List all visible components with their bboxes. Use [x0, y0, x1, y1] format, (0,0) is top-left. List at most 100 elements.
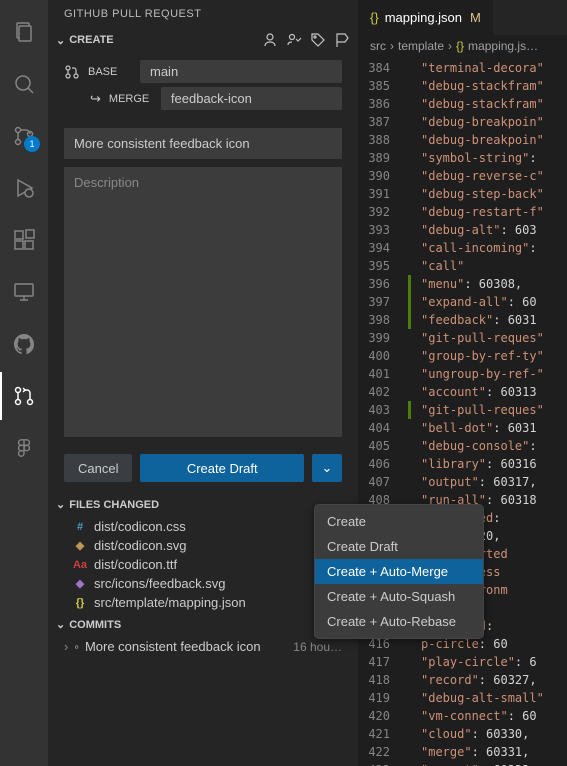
chevron-right-icon: › — [390, 39, 394, 53]
dropdown-item[interactable]: Create + Auto-Squash — [315, 584, 483, 609]
code-line: 405"debug-console": — [358, 437, 567, 455]
create-draft-button[interactable]: Create Draft — [140, 454, 304, 482]
code-line: 423"export": 60332, — [358, 761, 567, 766]
pull-request-icon[interactable] — [0, 372, 48, 420]
code-line: 384"terminal-decora" — [358, 59, 567, 77]
file-icon: Aa — [72, 559, 88, 571]
code-line: 388"debug-breakpoin" — [358, 131, 567, 149]
dropdown-item[interactable]: Create — [315, 509, 483, 534]
code-line: 399"git-pull-reques" — [358, 329, 567, 347]
file-icon: ◆ — [72, 577, 88, 590]
file-row[interactable]: ◆ src/icons/feedback.svg — [48, 574, 358, 593]
code-line: 391"debug-step-back" — [358, 185, 567, 203]
search-icon[interactable] — [0, 60, 48, 108]
run-debug-icon[interactable] — [0, 164, 48, 212]
code-line: 407"output": 60317, — [358, 473, 567, 491]
merge-branch-select[interactable]: feedback-icon — [161, 87, 342, 110]
file-row[interactable]: Aa dist/codicon.ttf — [48, 555, 358, 574]
file-icon: {} — [72, 597, 88, 609]
base-label: BASE — [88, 66, 132, 78]
code-line: 397"expand-all": 60 — [358, 293, 567, 311]
cancel-button[interactable]: Cancel — [64, 454, 132, 482]
create-section-body: BASE main ↪ MERGE feedback-icon Cancel C… — [48, 52, 358, 494]
activity-bar: 1 — [0, 0, 48, 766]
file-name: dist/codicon.css — [94, 519, 186, 534]
tab-bar: {} mapping.json M — [358, 0, 567, 35]
extensions-icon[interactable] — [0, 216, 48, 264]
chevron-down-icon: ⌄ — [56, 498, 65, 511]
base-branch-select[interactable]: main — [140, 60, 342, 83]
tab-label: mapping.json — [385, 10, 462, 25]
code-line: 401"ungroup-by-ref-" — [358, 365, 567, 383]
commit-time: 16 hou… — [293, 640, 342, 654]
tab-modified-indicator: M — [470, 10, 481, 25]
file-row[interactable]: # dist/codicon.css — [48, 517, 358, 536]
assignees-icon[interactable] — [262, 32, 278, 48]
code-line: 403"git-pull-reques" — [358, 401, 567, 419]
code-line: 400"group-by-ref-ty" — [358, 347, 567, 365]
chevron-right-icon: › — [64, 639, 68, 654]
code-line: 395"call" — [358, 257, 567, 275]
merge-label: MERGE — [109, 93, 153, 105]
code-line: 404"bell-dot": 6031 — [358, 419, 567, 437]
file-name: src/template/mapping.json — [94, 595, 246, 610]
breadcrumb[interactable]: src› template› {} mapping.js… — [358, 35, 567, 57]
labels-icon[interactable] — [310, 32, 326, 48]
code-line: 406"library": 60316 — [358, 455, 567, 473]
chevron-down-icon: ⌄ — [56, 618, 65, 631]
json-icon: {} — [370, 10, 379, 25]
create-section-header[interactable]: ⌄ CREATE — [48, 28, 358, 52]
commit-icon: ◦ — [74, 639, 79, 654]
code-line: 393"debug-alt": 603 — [358, 221, 567, 239]
files-section-header[interactable]: ⌄ FILES CHANGED — [48, 494, 358, 515]
json-icon: {} — [456, 39, 464, 53]
code-line: 396"menu": 60308, — [358, 275, 567, 293]
dropdown-item[interactable]: Create + Auto-Merge — [315, 559, 483, 584]
figma-icon[interactable] — [0, 424, 48, 472]
file-name: dist/codicon.ttf — [94, 557, 177, 572]
source-control-icon[interactable]: 1 — [0, 112, 48, 160]
commit-row[interactable]: › ◦ More consistent feedback icon 16 hou… — [48, 635, 358, 658]
pr-title-input[interactable] — [64, 128, 342, 159]
explorer-icon[interactable] — [0, 8, 48, 56]
code-line: 398"feedback": 6031 — [358, 311, 567, 329]
code-line: 419"debug-alt-small" — [358, 689, 567, 707]
pr-description-input[interactable] — [64, 167, 342, 437]
file-icon: # — [72, 521, 88, 533]
create-section-label: CREATE — [69, 34, 113, 46]
code-line: 420"vm-connect": 60 — [358, 707, 567, 725]
file-name: dist/codicon.svg — [94, 538, 187, 553]
tab-mapping-json[interactable]: {} mapping.json M — [358, 0, 494, 35]
create-dropdown-menu: CreateCreate DraftCreate + Auto-MergeCre… — [314, 504, 484, 639]
file-name: src/icons/feedback.svg — [94, 576, 226, 591]
code-line: 387"debug-breakpoin" — [358, 113, 567, 131]
code-line: 392"debug-restart-f" — [358, 203, 567, 221]
commits-section-header[interactable]: ⌄ COMMITS — [48, 614, 358, 635]
files-section-label: FILES CHANGED — [69, 499, 159, 511]
milestone-icon[interactable] — [334, 32, 350, 48]
github-icon[interactable] — [0, 320, 48, 368]
editor: {} mapping.json M src› template› {} mapp… — [358, 0, 567, 766]
code-line: 421"cloud": 60330, — [358, 725, 567, 743]
remote-explorer-icon[interactable] — [0, 268, 48, 316]
commit-message: More consistent feedback icon — [85, 639, 261, 654]
file-row[interactable]: ◆ dist/codicon.svg — [48, 536, 358, 555]
code-area[interactable]: 384"terminal-decora"385"debug-stackfram"… — [358, 57, 567, 766]
commit-list: › ◦ More consistent feedback icon 16 hou… — [48, 635, 358, 658]
file-icon: ◆ — [72, 539, 88, 552]
file-row[interactable]: {}src/template/mapping.jsonM — [48, 593, 358, 612]
create-split-button[interactable]: ⌄ — [312, 454, 342, 482]
commits-section-label: COMMITS — [69, 619, 121, 631]
panel-title: GITHUB PULL REQUEST — [48, 0, 358, 28]
side-panel: GITHUB PULL REQUEST ⌄ CREATE BASE main ↪… — [48, 0, 358, 766]
scm-badge: 1 — [24, 136, 40, 152]
code-line: 402"account": 60313 — [358, 383, 567, 401]
merge-arrow-icon: ↪ — [90, 91, 101, 107]
chevron-right-icon: › — [448, 39, 452, 53]
dropdown-item[interactable]: Create Draft — [315, 534, 483, 559]
reviewers-icon[interactable] — [286, 32, 302, 48]
code-line: 389"symbol-string": — [358, 149, 567, 167]
code-line: 394"call-incoming": — [358, 239, 567, 257]
code-line: 390"debug-reverse-c" — [358, 167, 567, 185]
dropdown-item[interactable]: Create + Auto-Rebase — [315, 609, 483, 634]
